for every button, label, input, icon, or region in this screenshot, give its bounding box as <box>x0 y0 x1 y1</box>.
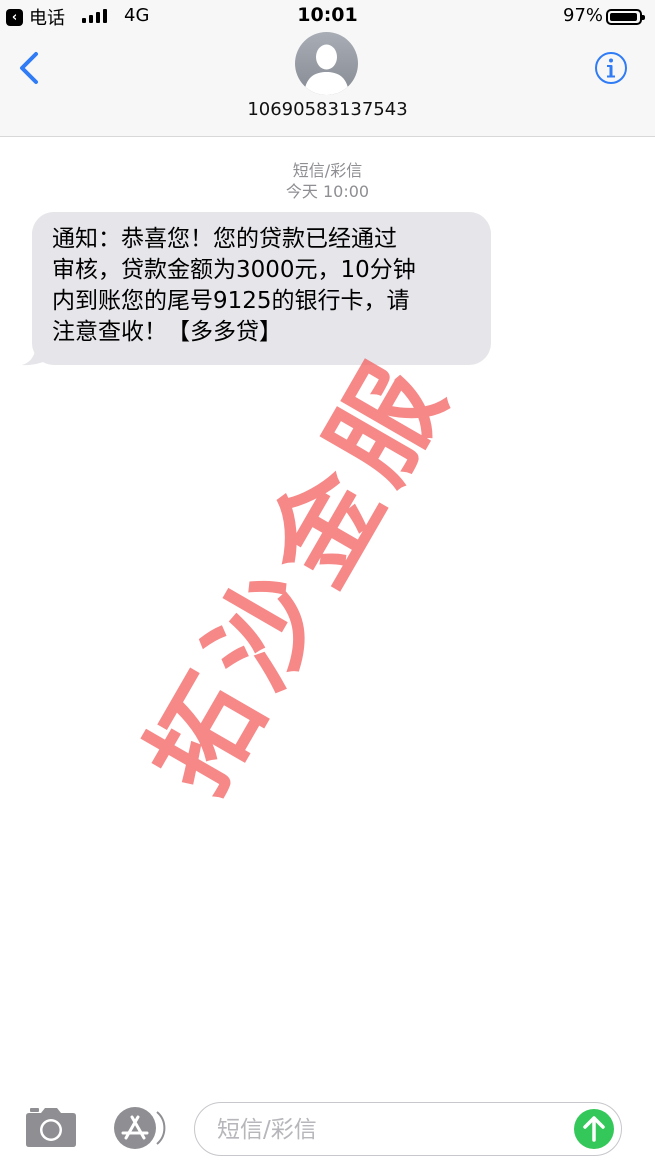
status-time: 10:01 <box>297 4 358 26</box>
camera-button[interactable] <box>24 1106 78 1150</box>
battery-percent: 97% <box>563 5 604 26</box>
chevron-left-icon <box>20 52 38 84</box>
app-store-button[interactable] <box>110 1106 166 1150</box>
app-store-icon <box>114 1107 166 1149</box>
watermark-text: 拓沙金服 <box>125 335 474 814</box>
contact-number[interactable]: 10690583137543 <box>0 99 655 120</box>
message-timestamp: 今天 10:00 <box>285 182 370 201</box>
camera-icon <box>26 1108 76 1147</box>
battery-icon <box>606 9 645 25</box>
contact-avatar[interactable] <box>295 32 358 95</box>
message-line: 通知：恭喜您！您的贷款已经通过 <box>52 226 397 252</box>
person-silhouette-icon <box>304 44 349 95</box>
message-line: 内到账您的尾号9125的银行卡，请 <box>52 288 410 314</box>
navigation-header: ‹ 电话 4G 10:01 97% 10690583137543 <box>0 0 655 137</box>
status-bar: ‹ 电话 4G 10:01 97% <box>0 0 655 34</box>
arrow-up-icon <box>583 1116 605 1142</box>
message-line: 审核，贷款金额为3000元，10分钟 <box>52 257 416 283</box>
send-button[interactable] <box>574 1109 614 1149</box>
incoming-message-bubble[interactable]: 通知：恭喜您！您的贷款已经通过 审核，贷款金额为3000元，10分钟 内到账您的… <box>32 212 491 365</box>
back-button[interactable] <box>16 50 46 90</box>
info-button[interactable] <box>594 51 628 85</box>
message-composer <box>194 1102 622 1156</box>
info-icon <box>595 52 627 84</box>
message-input[interactable] <box>215 1103 559 1156</box>
